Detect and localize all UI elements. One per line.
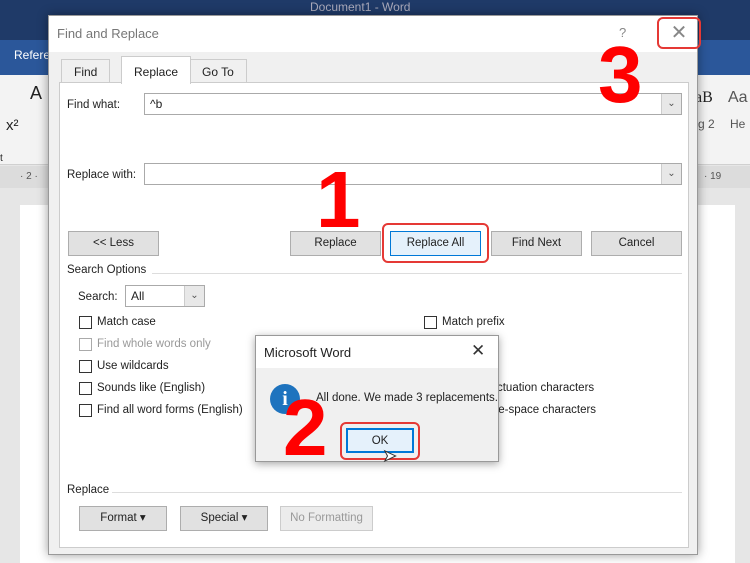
- dialog-title: Find and Replace: [57, 26, 159, 41]
- format-button[interactable]: Format ▾: [79, 506, 167, 531]
- search-options-label: Search Options: [67, 264, 147, 276]
- special-button[interactable]: Special ▾: [180, 506, 268, 531]
- chevron-down-icon[interactable]: ⌄: [184, 286, 204, 306]
- message-text: All done. We made 3 replacements.: [316, 392, 498, 404]
- step-2-annotation: 2: [283, 383, 328, 472]
- tab-go-to[interactable]: Go To: [189, 59, 247, 83]
- tab-find[interactable]: Find: [61, 59, 111, 83]
- replace-panel: Find what: ^b ⌄ Replace with: ⌄ << Less R…: [59, 82, 689, 548]
- message-title: Microsoft Word: [264, 345, 352, 360]
- whole-words-label: Find whole words only: [97, 338, 211, 350]
- cursor-icon: ➤: [382, 448, 397, 466]
- special-label: Special: [200, 512, 239, 524]
- ok-button[interactable]: OK: [346, 428, 414, 453]
- word-forms-checkbox[interactable]: [79, 404, 92, 417]
- search-direction-select[interactable]: All ⌄: [125, 285, 205, 307]
- match-case-checkbox[interactable]: [79, 316, 92, 329]
- find-next-button[interactable]: Find Next: [491, 231, 582, 256]
- message-titlebar: Microsoft Word ✕: [256, 336, 498, 368]
- word-title: Document1 - Word: [310, 0, 411, 14]
- wildcards-label: Use wildcards: [97, 360, 169, 372]
- ribbon-tab-references[interactable]: Refere: [14, 48, 50, 62]
- format-label: Format: [100, 512, 137, 524]
- ruler-label: · 2 ·: [20, 171, 38, 182]
- find-what-value: ^b: [150, 97, 163, 111]
- divider: [112, 492, 682, 493]
- match-prefix-checkbox[interactable]: [424, 316, 437, 329]
- close-icon[interactable]: ✕: [471, 341, 485, 361]
- chevron-down-icon[interactable]: ⌄: [661, 94, 681, 114]
- grow-font-button[interactable]: A: [30, 83, 42, 104]
- wildcards-checkbox[interactable]: [79, 360, 92, 373]
- style-label: He: [730, 117, 746, 131]
- divider: [152, 273, 682, 274]
- sounds-like-checkbox[interactable]: [79, 382, 92, 395]
- chevron-down-icon[interactable]: ⌄: [661, 164, 681, 184]
- no-formatting-button[interactable]: No Formatting: [280, 506, 373, 531]
- close-icon[interactable]: ✕: [657, 17, 701, 49]
- ribbon-group-label: t: [0, 153, 3, 164]
- match-prefix-label: Match prefix: [442, 316, 505, 328]
- tab-replace[interactable]: Replace: [121, 56, 192, 84]
- word-forms-label: Find all word forms (English): [97, 404, 243, 416]
- whole-words-checkbox[interactable]: [79, 338, 92, 351]
- step-3-annotation: 3: [598, 30, 643, 119]
- style-preview[interactable]: Aa: [728, 89, 748, 107]
- superscript-button[interactable]: x²: [6, 117, 19, 134]
- search-label: Search:: [78, 291, 118, 303]
- find-what-label: Find what:: [67, 99, 121, 111]
- cancel-button[interactable]: Cancel: [591, 231, 682, 256]
- search-direction-value: All: [131, 289, 145, 303]
- replace-all-button[interactable]: Replace All: [390, 231, 481, 256]
- sounds-like-label: Sounds like (English): [97, 382, 206, 394]
- replace-section-label: Replace: [67, 484, 110, 496]
- match-case-label: Match case: [97, 316, 156, 328]
- less-button[interactable]: << Less: [68, 231, 159, 256]
- replace-with-input[interactable]: ⌄: [144, 163, 682, 185]
- ruler-label: · 19: [704, 171, 722, 182]
- style-label: g 2: [698, 117, 715, 131]
- step-1-annotation: 1: [316, 155, 361, 244]
- replace-with-label: Replace with:: [67, 169, 137, 181]
